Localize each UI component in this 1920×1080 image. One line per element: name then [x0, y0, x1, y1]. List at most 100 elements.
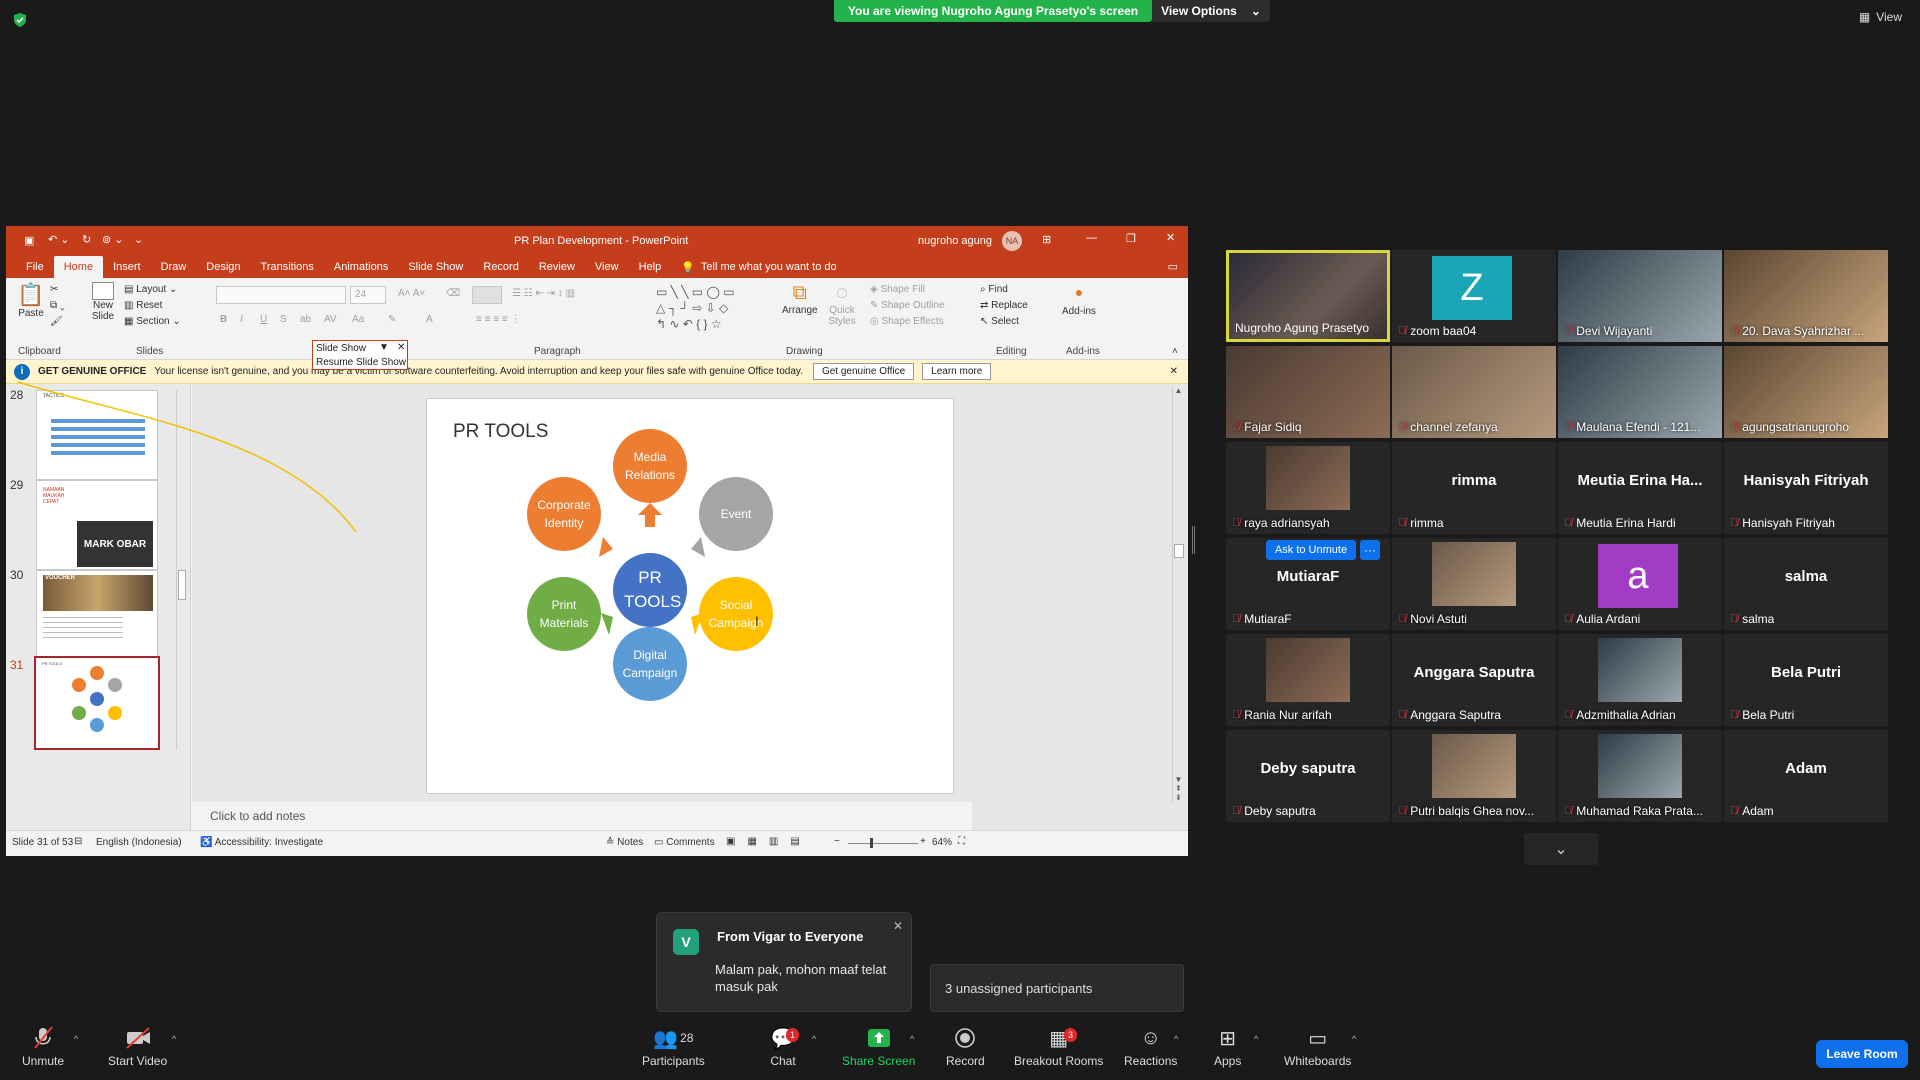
participant-tile[interactable]: 🎙̸ Adzmithalia Adrian	[1558, 634, 1722, 726]
leave-room-button[interactable]: Leave Room	[1816, 1040, 1908, 1068]
view-mode-icons[interactable]: ▣▦▥▤	[726, 836, 812, 847]
select-button[interactable]: ↖ Select	[980, 316, 1019, 327]
close-icon[interactable]: ✕	[893, 919, 903, 933]
accessibility-status[interactable]: ♿ Accessibility: Investigate	[200, 837, 323, 848]
shape-fill-button[interactable]: ◈ Shape Fill	[870, 284, 925, 295]
caret-up-icon[interactable]: ^	[910, 1034, 914, 1044]
start-video-button[interactable]: Start Video	[108, 1026, 167, 1068]
zoom-thumb[interactable]	[870, 838, 873, 848]
participant-tile[interactable]: salma 🎙̸ salma	[1724, 538, 1888, 630]
maximize-icon[interactable]: ❐	[1126, 232, 1136, 245]
bullets-icon[interactable]: ☰ ☷ ⇤ ⇥ ↕ ▥	[512, 288, 575, 299]
comments-toggle[interactable]: ▭ Comments	[654, 837, 715, 848]
fit-slide-icon[interactable]: ⛶	[958, 836, 965, 847]
participant-tile[interactable]: Bela Putri 🎙̸ Bela Putri	[1724, 634, 1888, 726]
tab-record[interactable]: Record	[473, 256, 528, 278]
caret-up-icon[interactable]: ^	[74, 1034, 78, 1044]
customize-qat-icon[interactable]: ⌄	[134, 233, 143, 246]
zoom-in-icon[interactable]: +	[920, 836, 926, 847]
strikethrough-icon[interactable]: ab	[300, 314, 311, 325]
new-slide-button[interactable]: New Slide	[86, 282, 120, 322]
participant-tile[interactable]: a 🎙̸ Aulia Ardani	[1558, 538, 1722, 630]
quick-styles-button[interactable]: ◌ Quick Styles	[824, 282, 860, 327]
tab-file[interactable]: File	[16, 256, 54, 278]
caret-up-icon[interactable]: ^	[1352, 1034, 1356, 1044]
shape-outline-button[interactable]: ✎ Shape Outline	[870, 300, 945, 311]
get-genuine-button[interactable]: Get genuine Office	[812, 363, 915, 380]
tab-draw[interactable]: Draw	[151, 256, 197, 278]
participant-tile[interactable]: 🎙̸ Putri balqis Ghea nov...	[1392, 730, 1556, 822]
layout-button[interactable]: ▤ Layout ⌄	[124, 284, 177, 295]
start-slideshow-icon[interactable]: ⊚ ⌄	[102, 233, 124, 246]
participant-tile[interactable]: 🎙̸ raya adriansyah	[1226, 442, 1390, 534]
change-case-icon[interactable]: Aa	[352, 314, 364, 325]
participant-tile[interactable]: 🎙̸ Novi Astuti	[1392, 538, 1556, 630]
slide-thumbnail-selected[interactable]: PR TOOLS	[34, 656, 160, 750]
replace-button[interactable]: ⇄ Replace	[980, 300, 1028, 311]
tab-design[interactable]: Design	[196, 256, 250, 278]
slide-canvas[interactable]: PR TOOLS PR TOOLS Media Relations Event …	[426, 398, 954, 794]
share-screen-button[interactable]: Share Screen	[842, 1026, 915, 1068]
participant-tile[interactable]: Adam 🎙̸ Adam	[1724, 730, 1888, 822]
participant-tile[interactable]: MutiaraF Ask to Unmute ··· 🎙̸ MutiaraF	[1226, 538, 1390, 630]
record-button[interactable]: Record	[946, 1026, 985, 1068]
participant-tile[interactable]: 🎙̸ Rania Nur arifah	[1226, 634, 1390, 726]
bold-icon[interactable]: B	[220, 314, 227, 325]
font-color-icon[interactable]: A	[426, 314, 433, 325]
spellcheck-icon[interactable]: ⊟	[74, 836, 82, 847]
unmute-button[interactable]: Unmute	[22, 1026, 64, 1068]
tab-transitions[interactable]: Transitions	[251, 256, 324, 278]
tab-insert[interactable]: Insert	[103, 256, 151, 278]
close-icon[interactable]: ✕	[397, 342, 405, 353]
arrange-button[interactable]: ⧉ Arrange	[782, 282, 818, 316]
participant-tile[interactable]: Nugroho Agung Prasetyo	[1226, 250, 1390, 342]
cut-icon[interactable]: ✂	[50, 284, 58, 295]
language-status[interactable]: English (Indonesia)	[96, 837, 182, 848]
align-icons[interactable]: ≡ ≡ ≡ ≡ ⋮	[476, 314, 520, 325]
font-size-box[interactable]: 24	[350, 286, 386, 304]
slide-thumbnail[interactable]: VOUCHER	[36, 570, 158, 660]
scroll-page-icons[interactable]: ▼ ⇞ ⇟	[1173, 775, 1184, 802]
gallery-next-page-icon[interactable]: ⌄	[1524, 833, 1598, 865]
ppt-user-name[interactable]: nugroho agung	[918, 235, 992, 247]
security-shield-icon[interactable]	[12, 12, 28, 28]
highlight-icon[interactable]: ✎	[388, 314, 396, 325]
view-button[interactable]: ▦ View	[1859, 10, 1902, 24]
caret-up-icon[interactable]: ^	[1254, 1034, 1258, 1044]
breakout-rooms-button[interactable]: ▦ Breakout Rooms	[1014, 1026, 1103, 1069]
underline-icon[interactable]: U	[260, 314, 267, 325]
ask-to-unmute-button[interactable]: Ask to Unmute	[1266, 540, 1356, 560]
minimize-icon[interactable]: —	[1086, 232, 1097, 244]
caret-up-icon[interactable]: ^	[812, 1034, 816, 1044]
participant-tile[interactable]: Anggara Saputra 🎙̸ Anggara Saputra	[1392, 634, 1556, 726]
participant-tile[interactable]: 🎙̸ Devi Wijayanti	[1558, 250, 1722, 342]
caret-up-icon[interactable]: ^	[1174, 1034, 1178, 1044]
panel-resize-handle[interactable]	[1192, 526, 1195, 554]
participant-tile[interactable]: Hanisyah Fitriyah 🎙̸ Hanisyah Fitriyah	[1724, 442, 1888, 534]
find-button[interactable]: ⌕ Find	[980, 284, 1008, 295]
italic-icon[interactable]: I	[240, 314, 243, 325]
chat-notification[interactable]: V From Vigar to Everyone Malam pak, moho…	[656, 912, 912, 1012]
zoom-slider[interactable]	[848, 838, 918, 848]
resume-slideshow-item[interactable]: Resume Slide Show	[316, 357, 406, 368]
collapse-ribbon-icon[interactable]: ˄	[1172, 346, 1178, 357]
copy-icon[interactable]: ⧉ ⌄	[50, 300, 65, 311]
addins-button[interactable]: ● Add-ins	[1062, 284, 1096, 317]
tab-slide-show[interactable]: Slide Show	[398, 256, 473, 278]
zoom-level[interactable]: 64%	[932, 837, 952, 848]
zoom-out-icon[interactable]: −	[834, 836, 840, 847]
clear-format-icon[interactable]: ⌫	[446, 288, 460, 299]
participant-tile[interactable]: 🎙̸ Maulana Efendi - 121...	[1558, 346, 1722, 438]
participant-tile[interactable]: Deby saputra 🎙̸ Deby saputra	[1226, 730, 1390, 822]
paste-button[interactable]: 📋 Paste	[16, 282, 46, 322]
caret-up-icon[interactable]: ^	[172, 1034, 176, 1044]
comments-icon[interactable]: ▭	[1168, 260, 1178, 273]
participant-tile[interactable]: rimma 🎙̸ rimma	[1392, 442, 1556, 534]
tell-me-search[interactable]: 💡 Tell me what you want to do	[671, 256, 846, 278]
vertical-scrollbar[interactable]: ▲ ▼ ⇞ ⇟	[1172, 386, 1184, 802]
format-painter-icon[interactable]: 🖌	[50, 316, 63, 327]
scroll-thumb[interactable]	[1174, 544, 1184, 558]
section-button[interactable]: ▦ Section ⌄	[124, 316, 181, 327]
shadow-icon[interactable]: S	[280, 314, 287, 325]
participant-tile[interactable]: 🎙̸ Muhamad Raka Prata...	[1558, 730, 1722, 822]
